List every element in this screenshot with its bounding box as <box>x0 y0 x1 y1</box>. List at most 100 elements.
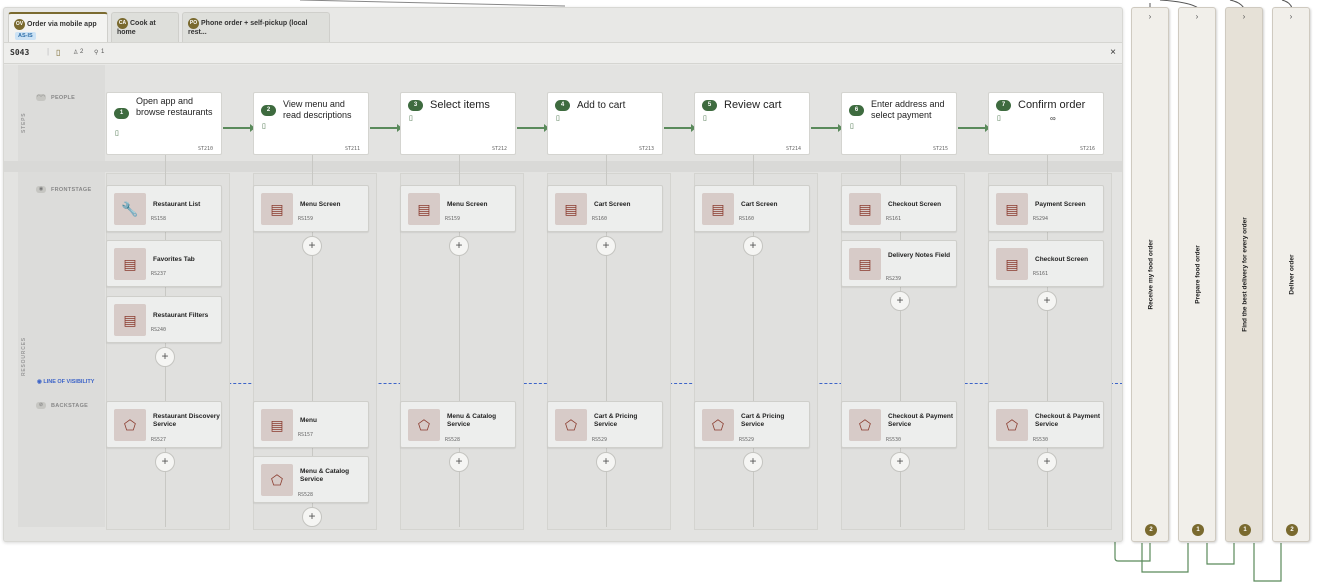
document-icon[interactable]: ▯ <box>703 114 707 122</box>
add-resource-button[interactable]: + <box>1037 452 1057 472</box>
archive-icon: ▤ <box>849 248 881 280</box>
add-resource-button[interactable]: + <box>155 452 175 472</box>
resource-card[interactable]: ▤ Menu Screen RS159 <box>400 185 516 232</box>
resource-card[interactable]: ⬠ Menu & Catalog Service RS528 <box>400 401 516 448</box>
step-code: ST211 <box>344 146 360 152</box>
resource-card[interactable]: ⬠ Cart & Pricing Service RS529 <box>547 401 663 448</box>
document-icon[interactable]: ▯ <box>556 114 560 122</box>
resource-card[interactable]: ⬠ Cart & Pricing Service RS529 <box>694 401 810 448</box>
step-card[interactable]: 2 View menu and read descriptions ▯ ST21… <box>253 92 369 155</box>
resource-card[interactable]: ▤ Checkout Screen RS161 <box>988 240 1104 287</box>
chevron-right-icon[interactable]: › <box>1226 12 1262 21</box>
resource-card[interactable]: ⬠ Checkout & Payment Service RS530 <box>841 401 957 448</box>
archive-icon: ▤ <box>114 304 146 336</box>
resource-card[interactable]: 🔧 Restaurant List RS158 <box>106 185 222 232</box>
close-icon[interactable]: × <box>1110 47 1116 58</box>
resource-card[interactable]: ▤ Favorites Tab RS237 <box>106 240 222 287</box>
add-resource-button[interactable]: + <box>155 347 175 367</box>
add-resource-button[interactable]: + <box>890 291 910 311</box>
resource-name: Restaurant Discovery Service <box>153 413 220 428</box>
persona-count: 2 <box>80 49 84 55</box>
pillar-receive-food-order[interactable]: › Receive my food order 2 <box>1131 7 1169 542</box>
lane-backstage: BACKSTAGE <box>51 403 89 409</box>
resource-code: RS158 <box>151 216 167 222</box>
lane-separator <box>4 161 1122 172</box>
document-icon[interactable]: ▯ <box>850 122 854 130</box>
step-card[interactable]: 1 Open app and browse restaurants ▯ ST21… <box>106 92 222 155</box>
chevron-right-icon[interactable]: › <box>1179 12 1215 21</box>
resource-code: RS529 <box>592 437 608 443</box>
add-resource-button[interactable]: + <box>743 236 763 256</box>
tab-badge: PO <box>188 18 199 29</box>
resource-name: Restaurant Filters <box>153 312 209 319</box>
archive-icon: ▤ <box>702 193 734 225</box>
resource-card[interactable]: ▤ Cart Screen RS160 <box>547 185 663 232</box>
service-icon: ⬠ <box>555 409 587 441</box>
step-card[interactable]: 6 Enter address and select payment ▯ ST2… <box>841 92 957 155</box>
archive-icon: ▤ <box>555 193 587 225</box>
resource-card[interactable]: ▤ Checkout Screen RS161 <box>841 185 957 232</box>
resource-card[interactable]: ⬠ Menu & Catalog Service RS528 <box>253 456 369 503</box>
document-icon[interactable]: ▯ <box>409 114 413 122</box>
link-icon[interactable]: ∞ <box>1050 114 1056 123</box>
add-resource-button[interactable]: + <box>302 236 322 256</box>
resource-card[interactable]: ▤ Menu Screen RS159 <box>253 185 369 232</box>
resource-code: RS528 <box>445 437 461 443</box>
resource-name: Delivery Notes Field <box>888 252 951 259</box>
backstage-icon: ⊘ <box>36 402 46 409</box>
resource-card[interactable]: ▤ Cart Screen RS160 <box>694 185 810 232</box>
tab-order-via-mobile-app[interactable]: OV Order via mobile app AS-IS <box>8 12 108 46</box>
document-icon[interactable]: ▯ <box>56 48 60 57</box>
step-number: 3 <box>408 100 423 111</box>
add-resource-button[interactable]: + <box>596 236 616 256</box>
resource-card[interactable]: ▤ Payment Screen RS294 <box>988 185 1104 232</box>
step-card[interactable]: 3 Select items ▯ ST212 <box>400 92 516 155</box>
resource-card[interactable]: ▤ Menu RS157 <box>253 401 369 448</box>
resource-card[interactable]: ▤ Restaurant Filters RS240 <box>106 296 222 343</box>
step-card[interactable]: 4 Add to cart ▯ ST213 <box>547 92 663 155</box>
pillar-prepare-food-order[interactable]: › Prepare food order 1 <box>1178 7 1216 542</box>
resource-card[interactable]: ▤ Delivery Notes Field RS239 <box>841 240 957 287</box>
step-card[interactable]: 5 Review cart ▯ ST214 <box>694 92 810 155</box>
add-resource-button[interactable]: + <box>449 452 469 472</box>
persona-icon[interactable]: ♙ <box>73 49 78 56</box>
step-code: ST210 <box>197 146 213 152</box>
step-title: Review cart <box>724 99 782 111</box>
pillar-deliver-order[interactable]: › Deliver order 2 <box>1272 7 1310 542</box>
tab-phone-order[interactable]: PO Phone order + self-pickup (local rest.… <box>182 12 330 46</box>
resource-card[interactable]: ⬠ Restaurant Discovery Service RS527 <box>106 401 222 448</box>
step-title: Add to cart <box>577 100 626 111</box>
step-code: ST216 <box>1079 146 1095 152</box>
scenario-panel: OV Order via mobile app AS-IS CA Cook at h… <box>3 7 1123 542</box>
step-arrow <box>370 124 402 132</box>
step-arrow <box>517 124 549 132</box>
step-title: Confirm order <box>1018 99 1086 111</box>
tab-cook-at-home[interactable]: CA Cook at home <box>111 12 179 46</box>
pillar-label: Receive my food order <box>1147 239 1155 310</box>
add-resource-button[interactable]: + <box>743 452 763 472</box>
pillar-label: Deliver order <box>1288 254 1296 295</box>
document-icon[interactable]: ▯ <box>262 122 266 130</box>
add-resource-button[interactable]: + <box>1037 291 1057 311</box>
pillar-find-best-delivery[interactable]: › Find the best delivery for every order… <box>1225 7 1263 542</box>
step-title: View menu and read descriptions <box>283 99 352 120</box>
line-of-visibility-label: ◉ LINE OF VISIBILITY <box>37 379 94 385</box>
chevron-right-icon[interactable]: › <box>1132 12 1168 21</box>
document-icon[interactable]: ▯ <box>997 114 1001 122</box>
resource-code: RS159 <box>298 216 314 222</box>
step-card[interactable]: 7 Confirm order ▯ ∞ ST216 <box>988 92 1104 155</box>
resource-code: RS157 <box>298 432 314 438</box>
add-resource-button[interactable]: + <box>449 236 469 256</box>
document-icon[interactable]: ▯ <box>115 129 119 137</box>
pin-icon[interactable]: ⚲ <box>94 49 98 56</box>
add-resource-button[interactable]: + <box>890 452 910 472</box>
add-resource-button[interactable]: + <box>596 452 616 472</box>
chevron-right-icon[interactable]: › <box>1273 12 1309 21</box>
resource-card[interactable]: ⬠ Checkout & Payment Service RS530 <box>988 401 1104 448</box>
step-arrow <box>811 124 843 132</box>
lane-resources-vertical: RESOURCES <box>21 337 27 376</box>
resource-name: Favorites Tab <box>153 256 195 263</box>
add-resource-button[interactable]: + <box>302 507 322 527</box>
archive-icon: ▤ <box>114 248 146 280</box>
pillar-count: 2 <box>1286 524 1298 536</box>
